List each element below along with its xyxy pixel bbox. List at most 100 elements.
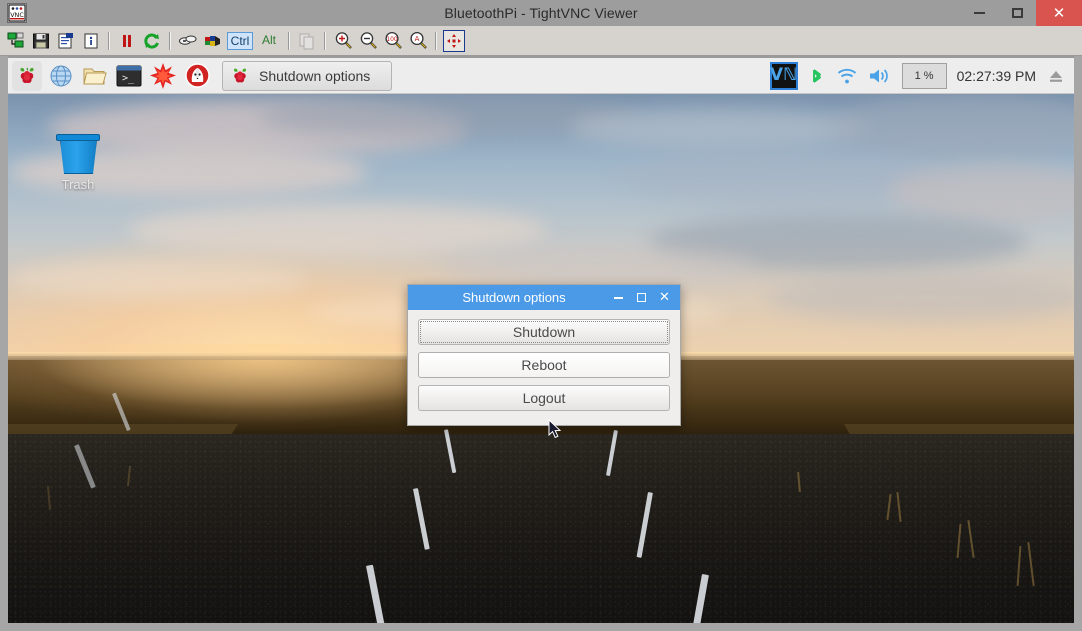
save-connection-button[interactable] bbox=[30, 30, 52, 52]
refresh-button[interactable] bbox=[141, 30, 163, 52]
system-tray: Vℕ 1 % 02:27:39 PM bbox=[769, 58, 1074, 94]
dialog-body: Shutdown Reboot Logout bbox=[408, 310, 680, 420]
cloud bbox=[128, 204, 548, 256]
svg-text:A: A bbox=[414, 35, 419, 43]
full-screen-button[interactable] bbox=[443, 29, 465, 52]
mathematica-button[interactable] bbox=[148, 61, 178, 91]
maximize-icon bbox=[1011, 8, 1023, 18]
refresh-icon bbox=[144, 33, 159, 48]
ctrl-esc-icon bbox=[205, 35, 220, 46]
fullscreen-icon bbox=[447, 33, 461, 48]
dialog-close-button[interactable]: ✕ bbox=[658, 291, 671, 304]
send-ctrl-esc-button[interactable] bbox=[202, 30, 224, 52]
zoom-100-icon: 100 bbox=[384, 31, 402, 49]
shutdown-options-dialog: Shutdown options ✕ Shutdown Reboot Logou bbox=[407, 284, 681, 426]
connection-options-button[interactable] bbox=[55, 30, 77, 52]
zoom-auto-icon: A bbox=[409, 31, 427, 49]
cloud bbox=[8, 259, 308, 299]
minimize-icon bbox=[614, 296, 623, 299]
volume-icon[interactable] bbox=[868, 66, 892, 86]
terminal-button[interactable]: >_ bbox=[114, 61, 144, 91]
vnc-app-icon: VNC bbox=[7, 3, 27, 23]
maximize-icon bbox=[637, 293, 646, 302]
toolbar-separator bbox=[108, 31, 110, 50]
trash-body bbox=[60, 140, 97, 174]
shutdown-button[interactable]: Shutdown bbox=[418, 319, 670, 345]
globe-icon bbox=[50, 65, 72, 86]
cloud bbox=[768, 274, 1074, 322]
eject-icon[interactable] bbox=[1046, 66, 1066, 86]
minimize-icon bbox=[973, 12, 985, 14]
toolbar-separator bbox=[435, 31, 437, 50]
pause-button[interactable] bbox=[116, 30, 138, 52]
zoom-out-button[interactable] bbox=[357, 30, 379, 52]
window-maximize-button[interactable] bbox=[998, 0, 1036, 26]
viewport-frame-bottom bbox=[0, 623, 1082, 631]
toolbar-separator bbox=[169, 31, 171, 50]
vnc-server-glyph: Vℕ bbox=[769, 65, 798, 85]
zoom-in-icon bbox=[335, 32, 352, 49]
taskbar-window-label: Shutdown options bbox=[259, 67, 371, 84]
dialog-title-bar: Shutdown options ✕ bbox=[408, 285, 680, 310]
ctrl-toggle-button[interactable]: Ctrl bbox=[227, 31, 253, 50]
close-icon: ✕ bbox=[1052, 3, 1066, 22]
wallpaper-road bbox=[8, 434, 1074, 623]
svg-text:100: 100 bbox=[386, 36, 398, 43]
raspberry-menu-button[interactable] bbox=[12, 60, 42, 91]
send-ctrl-alt-del-button[interactable] bbox=[177, 30, 199, 52]
new-connection-icon bbox=[7, 32, 24, 47]
zoom-100-button[interactable]: 100 bbox=[382, 30, 404, 52]
starburst-icon bbox=[150, 62, 176, 89]
close-icon: ✕ bbox=[659, 290, 670, 305]
terminal-icon: >_ bbox=[116, 65, 142, 86]
remote-desktop-viewport[interactable]: Trash >_ Shutdown options Vℕ 1 % 02:27:3… bbox=[8, 58, 1074, 623]
new-connection-button[interactable] bbox=[5, 30, 27, 52]
pi-taskbar: >_ Shutdown options Vℕ 1 % 02:27:39 PM bbox=[8, 58, 1074, 94]
file-manager-button[interactable] bbox=[80, 61, 110, 91]
zoom-out-icon bbox=[360, 32, 377, 49]
file-transfer-icon bbox=[299, 33, 314, 49]
cloud bbox=[438, 244, 758, 288]
reboot-button[interactable]: Reboot bbox=[418, 352, 670, 378]
dialog-minimize-button[interactable] bbox=[612, 291, 625, 304]
cpu-monitor[interactable]: 1 % bbox=[901, 62, 947, 89]
window-close-button[interactable]: ✕ bbox=[1036, 0, 1082, 26]
pause-icon bbox=[123, 34, 131, 47]
logout-button[interactable]: Logout bbox=[418, 385, 670, 411]
raspberry-icon bbox=[233, 68, 247, 83]
folder-icon bbox=[83, 68, 107, 84]
window-minimize-button[interactable] bbox=[960, 0, 998, 26]
wifi-icon[interactable] bbox=[836, 66, 858, 86]
dialog-window-controls: ✕ bbox=[612, 291, 680, 304]
alt-toggle-button[interactable]: Alt bbox=[256, 32, 282, 50]
wolfram-button[interactable] bbox=[182, 61, 212, 91]
trash-label: Trash bbox=[61, 177, 95, 192]
viewport-frame-left bbox=[0, 56, 8, 631]
vnc-viewer-window: VNC BluetoothPi - TightVNC Viewer ✕ Ctrl… bbox=[0, 0, 1082, 631]
zoom-auto-button[interactable]: A bbox=[407, 30, 429, 52]
window-title-bar: VNC BluetoothPi - TightVNC Viewer ✕ bbox=[0, 0, 1082, 26]
dialog-maximize-button[interactable] bbox=[635, 291, 648, 304]
transfer-files-button[interactable] bbox=[296, 30, 318, 52]
web-browser-button[interactable] bbox=[46, 61, 76, 91]
cloud bbox=[568, 108, 868, 148]
options-icon bbox=[58, 32, 73, 48]
viewer-toolbar: Ctrl Alt 100 A bbox=[0, 26, 1082, 56]
connection-info-button[interactable] bbox=[80, 30, 102, 52]
ctrl-alt-del-icon bbox=[179, 35, 197, 45]
road-texture bbox=[8, 434, 1074, 623]
svg-text:>_: >_ bbox=[122, 73, 135, 84]
taskbar-clock[interactable]: 02:27:39 PM bbox=[957, 68, 1036, 84]
taskbar-window-button-shutdown-options[interactable]: Shutdown options bbox=[222, 60, 392, 91]
viewport-frame-right bbox=[1074, 56, 1082, 631]
toolbar-separator bbox=[288, 31, 290, 50]
desktop-icon-trash[interactable]: Trash bbox=[48, 134, 108, 192]
info-icon bbox=[84, 33, 98, 48]
vnc-server-icon[interactable]: Vℕ bbox=[769, 61, 798, 90]
toolbar-separator bbox=[324, 31, 326, 50]
trash-lid bbox=[56, 134, 100, 141]
floppy-save-icon bbox=[33, 33, 49, 48]
svg-text:VNC: VNC bbox=[10, 11, 24, 19]
bluetooth-icon[interactable] bbox=[808, 65, 826, 87]
zoom-in-button[interactable] bbox=[332, 30, 354, 52]
